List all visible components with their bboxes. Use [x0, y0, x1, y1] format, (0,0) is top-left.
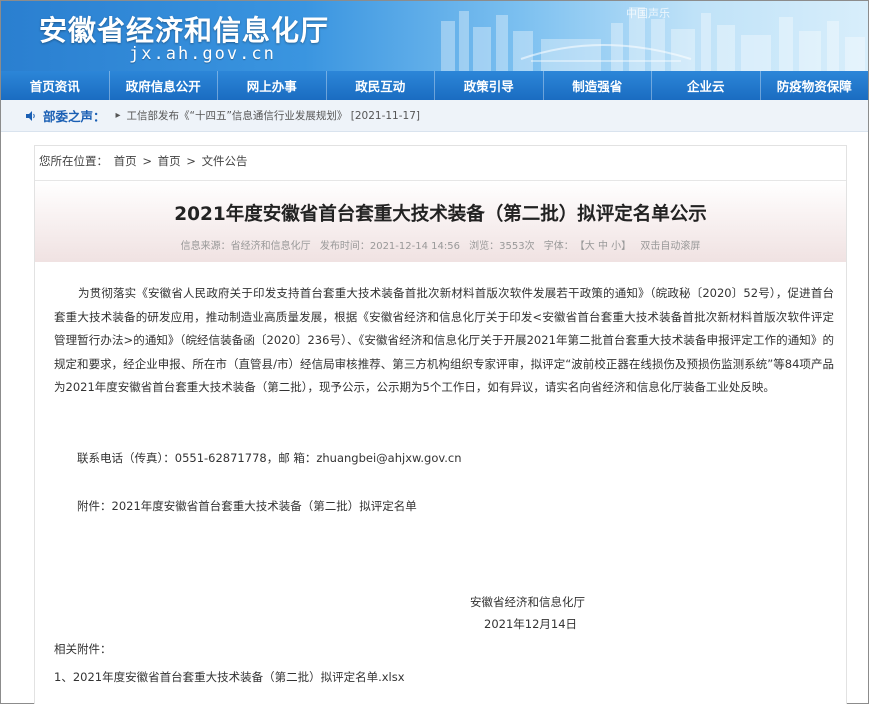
ticker-link[interactable]: 工信部发布《“十四五”信息通信行业发展规划》 [2021-11-17]	[127, 108, 420, 123]
nav-item-manufacturing[interactable]: 制造强省	[544, 71, 652, 100]
site-title: 安徽省经济和信息化厅	[39, 14, 330, 47]
nav-item-enterprise-cloud[interactable]: 企业云	[652, 71, 761, 100]
related-attachment-link[interactable]: 1、2021年度安徽省首台套重大技术装备（第二批）拟评定名单.xlsx	[54, 669, 405, 685]
nav-item-home-news[interactable]: 首页资讯	[1, 71, 110, 100]
font-size-switcher[interactable]: 【大 中 小】	[580, 241, 631, 252]
breadcrumb: 您所在位置： 首页 > 首页 > 文件公告	[39, 153, 250, 169]
breadcrumb-item-announcements[interactable]: 文件公告	[202, 154, 248, 168]
main-nav: 首页资讯 政府信息公开 网上办事 政民互动 政策引导 制造强省 企业云 防疫物资…	[1, 71, 868, 100]
meta-font-label: 字体：	[543, 241, 574, 252]
ticker-label: 部委之声：	[43, 109, 106, 124]
meta-publish-time: 发布时间：2021-12-14 14:56	[319, 241, 460, 252]
breadcrumb-item-home[interactable]: 首页	[114, 154, 137, 168]
meta-views: 浏览：3553次	[469, 241, 535, 252]
article-meta: 信息来源：省经济和信息化厅 发布时间：2021-12-14 14:56 浏览：3…	[35, 237, 846, 252]
breadcrumb-prefix: 您所在位置：	[39, 154, 108, 168]
signature-date: 2021年12月14日	[484, 617, 578, 631]
breadcrumb-separator: >	[142, 154, 152, 168]
contact-info: 联系电话（传真）：0551-62871778，邮 箱：zhuangbei@ahj…	[77, 451, 462, 465]
article-title: 2021年度安徽省首台套重大技术装备（第二批）拟评定名单公示	[174, 204, 707, 225]
banner-watermark-text: 中国声乐	[626, 6, 670, 20]
ticker-arrow-icon: ▸	[115, 110, 121, 121]
nav-item-epidemic-supplies[interactable]: 防疫物资保障	[761, 71, 869, 100]
auto-scroll-toggle[interactable]: 双击自动滚屏	[640, 241, 700, 252]
news-ticker: 部委之声： ▸ 工信部发布《“十四五”信息通信行业发展规划》 [2021-11-…	[1, 100, 868, 132]
site-banner: 中国声乐 安徽省经济和信息化厅 jx.ah.gov.cn	[1, 1, 868, 71]
nav-item-online-services[interactable]: 网上办事	[218, 71, 327, 100]
nav-item-gov-info[interactable]: 政府信息公开	[110, 71, 218, 100]
speaker-icon	[26, 110, 35, 121]
nav-item-policy[interactable]: 政策引导	[435, 71, 544, 100]
nav-item-interaction[interactable]: 政民互动	[327, 71, 435, 100]
signature-org: 安徽省经济和信息化厅	[470, 595, 585, 609]
article-body: 为贯彻落实《安徽省人民政府关于印发支持首台套重大技术装备首批次新材料首版次软件发…	[54, 286, 834, 395]
meta-source: 信息来源：省经济和信息化厅	[180, 241, 311, 252]
site-domain: jx.ah.gov.cn	[129, 44, 276, 64]
skyline-illustration: 中国声乐	[441, 6, 865, 71]
attachment-note: 附件：2021年度安徽省首台套重大技术装备（第二批）拟评定名单	[77, 499, 417, 513]
breadcrumb-item-home-2[interactable]: 首页	[158, 154, 181, 168]
breadcrumb-separator: >	[186, 154, 196, 168]
related-attachments-label: 相关附件：	[54, 642, 112, 656]
